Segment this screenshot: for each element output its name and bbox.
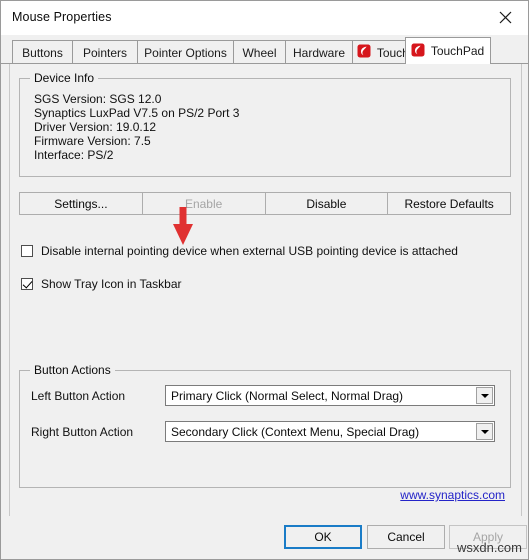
device-info-group-title: Device Info <box>30 71 99 85</box>
checkbox-box[interactable] <box>21 278 33 290</box>
restore-defaults-button[interactable]: Restore Defaults <box>387 192 511 215</box>
mouse-properties-dialog: Mouse Properties Buttons Pointers Pointe… <box>0 0 529 560</box>
window-title: Mouse Properties <box>12 10 112 24</box>
chevron-down-icon[interactable] <box>476 387 493 404</box>
enable-button[interactable]: Enable <box>141 192 266 215</box>
select-value: Primary Click (Normal Select, Normal Dra… <box>171 389 404 403</box>
synaptics-logo-icon <box>357 44 371 61</box>
watermark: wsxdn.com <box>456 540 522 555</box>
tab-pointers[interactable]: Pointers <box>72 40 138 64</box>
button-actions-group-title: Button Actions <box>30 363 115 377</box>
select-value: Secondary Click (Context Menu, Special D… <box>171 425 420 439</box>
tab-strip: Buttons Pointers Pointer Options Wheel H… <box>1 35 528 64</box>
tab-label: Pointers <box>82 45 128 60</box>
tab-hardware[interactable]: Hardware <box>285 40 353 64</box>
right-button-action-select[interactable]: Secondary Click (Context Menu, Special D… <box>165 421 495 442</box>
close-button[interactable] <box>482 1 528 34</box>
disable-button[interactable]: Disable <box>264 192 389 215</box>
tab-label: TouchPad <box>430 44 485 58</box>
disable-internal-pointing-device-checkbox[interactable]: Disable internal pointing device when ex… <box>21 244 458 258</box>
button-label: OK <box>314 530 332 544</box>
checkbox-label: Show Tray Icon in Taskbar <box>41 277 182 291</box>
show-tray-icon-checkbox[interactable]: Show Tray Icon in Taskbar <box>21 277 182 291</box>
settings-button[interactable]: Settings... <box>19 192 143 215</box>
tab-label: Wheel <box>242 45 277 60</box>
tab-label: Hardware <box>292 45 346 60</box>
button-label: Settings... <box>54 196 108 211</box>
left-button-action-label: Left Button Action <box>31 389 126 403</box>
button-label: Cancel <box>387 530 425 544</box>
left-button-action-select[interactable]: Primary Click (Normal Select, Normal Dra… <box>165 385 495 406</box>
touchpad-tab-panel: Device Info SGS Version: SGS 12.0 Synapt… <box>1 63 528 518</box>
tab-pointer-options[interactable]: Pointer Options <box>137 40 234 64</box>
device-info-line: SGS Version: SGS 12.0 <box>34 92 162 106</box>
tab-buttons[interactable]: Buttons <box>12 40 73 64</box>
ok-button[interactable]: OK <box>284 525 362 549</box>
close-icon <box>499 11 512 24</box>
title-bar: Mouse Properties <box>1 1 528 35</box>
synaptics-logo-icon <box>411 43 425 60</box>
button-label: Restore Defaults <box>404 196 494 211</box>
dialog-footer: OK Cancel Apply <box>1 516 528 559</box>
checkbox-box[interactable] <box>21 245 33 257</box>
synaptics-website-link[interactable]: www.synaptics.com <box>400 488 505 502</box>
panel-right-edge <box>521 64 522 518</box>
tab-touchpad[interactable]: TouchPad <box>405 37 491 64</box>
device-action-button-strip: Settings... Enable Disable Restore Defau… <box>19 192 511 215</box>
cancel-button[interactable]: Cancel <box>367 525 445 549</box>
device-info-line: Interface: PS/2 <box>34 148 114 162</box>
panel-left-edge <box>9 64 10 518</box>
tab-label: Buttons <box>22 45 63 60</box>
device-info-line: Firmware Version: 7.5 <box>34 134 151 148</box>
chevron-down-icon[interactable] <box>476 423 493 440</box>
device-info-line: Driver Version: 19.0.12 <box>34 120 157 134</box>
right-button-action-label: Right Button Action <box>31 425 134 439</box>
device-info-line: Synaptics LuxPad V7.5 on PS/2 Port 3 <box>34 106 240 120</box>
tab-label: Pointer Options <box>144 45 227 60</box>
tab-wheel[interactable]: Wheel <box>233 40 286 64</box>
button-label: Disable <box>306 196 347 211</box>
checkbox-label: Disable internal pointing device when ex… <box>41 244 458 258</box>
button-label: Enable <box>184 196 223 211</box>
